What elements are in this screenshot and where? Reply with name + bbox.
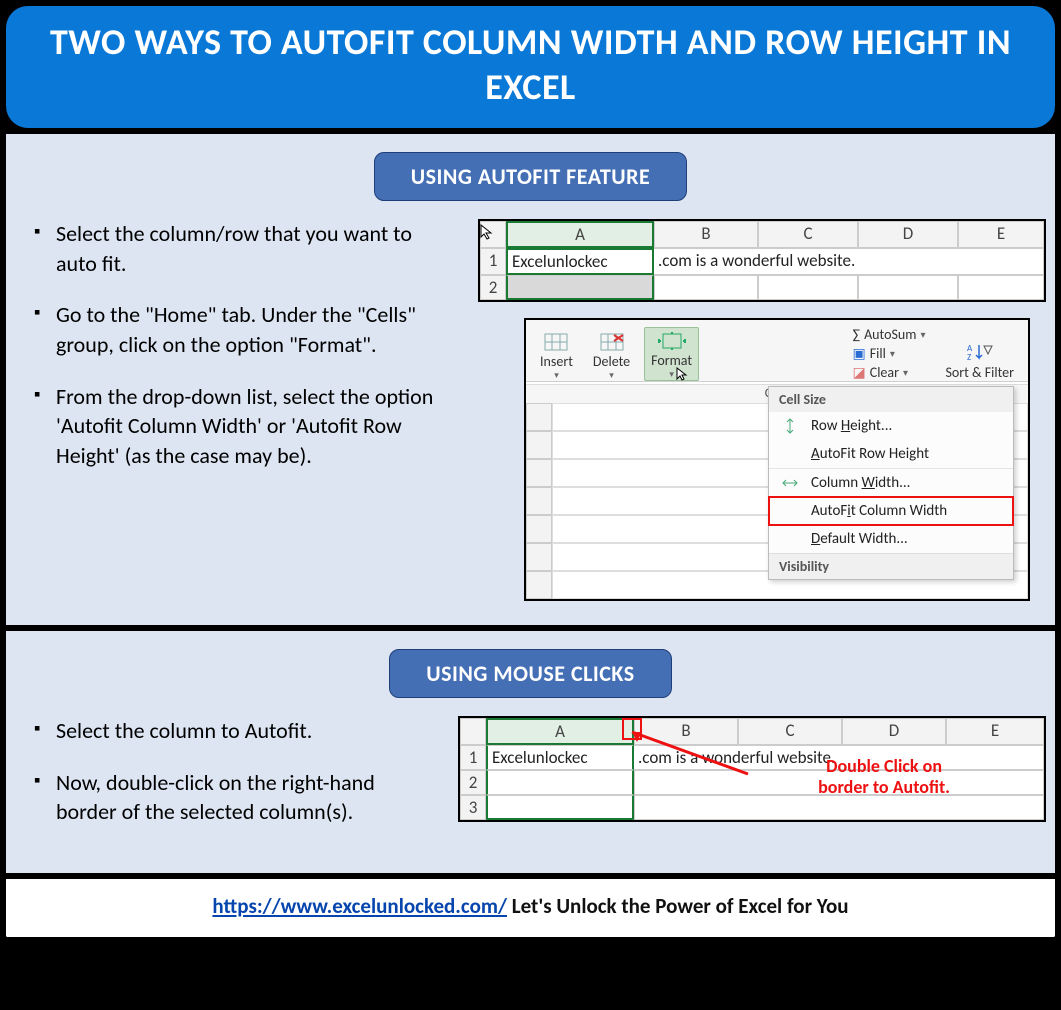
delete-button[interactable]: Delete ▾ bbox=[587, 329, 636, 381]
format-icon bbox=[658, 330, 686, 352]
excel-sheet-thumb-1: A B C D E 1 Excelunlockec .com is a wond… bbox=[478, 219, 1046, 302]
chevron-down-icon: ▾ bbox=[890, 347, 895, 360]
page-title: TWO WAYS TO AUTOFIT COLUMN WIDTH AND ROW… bbox=[26, 20, 1035, 110]
format-dropdown-menu: Cell Size Row Height... AutoFit Row Heig… bbox=[768, 386, 1014, 580]
col-header-B: B bbox=[654, 221, 758, 248]
cell-overflow-text: .com is a wonderful website. bbox=[654, 248, 1044, 275]
menu-heading-visibility: Visibility bbox=[769, 553, 1013, 579]
list-item: Select the column to Autofit. bbox=[34, 716, 434, 746]
col-header-D: D bbox=[858, 221, 958, 248]
callout-text: Double Click on border to Autofit. bbox=[818, 756, 950, 797]
list-item: Select the column/row that you want to a… bbox=[34, 219, 454, 278]
select-all-corner bbox=[480, 221, 506, 248]
chevron-down-icon: ▾ bbox=[669, 369, 674, 380]
section-autofit-feature: USING AUTOFIT FEATURE Select the column/… bbox=[6, 134, 1055, 625]
cell-A3 bbox=[486, 795, 634, 820]
fill-icon: ▣ bbox=[853, 345, 866, 362]
section-mouse-clicks: USING MOUSE CLICKS Select the column to … bbox=[6, 631, 1055, 873]
section1-steps: Select the column/row that you want to a… bbox=[34, 219, 454, 493]
cell-empty bbox=[654, 275, 758, 300]
cell-empty bbox=[758, 275, 858, 300]
cell-empty bbox=[858, 275, 958, 300]
row-header bbox=[526, 543, 552, 571]
cell-A1: Excelunlockec bbox=[506, 248, 654, 275]
col-header-E: E bbox=[958, 221, 1044, 248]
col-header-A: A bbox=[486, 718, 634, 745]
clear-button[interactable]: ◪Clear▾ bbox=[853, 364, 926, 381]
cell-A1: Excelunlockec bbox=[486, 745, 634, 770]
row-header bbox=[526, 431, 552, 459]
excel-ribbon-thumb: Insert ▾ Delete ▾ Format ▾ bbox=[524, 318, 1030, 601]
footer-link[interactable]: https://www.excelunlocked.com/ bbox=[212, 893, 507, 919]
row-header-2: 2 bbox=[460, 770, 486, 795]
title-bar: TWO WAYS TO AUTOFIT COLUMN WIDTH AND ROW… bbox=[6, 6, 1055, 128]
row-header-3: 3 bbox=[460, 795, 486, 820]
select-all-corner bbox=[460, 718, 486, 745]
row-header-2: 2 bbox=[480, 275, 506, 300]
row-header bbox=[526, 515, 552, 543]
col-header-D: D bbox=[842, 718, 946, 745]
row-height-icon bbox=[779, 418, 801, 434]
menu-heading-cell-size: Cell Size bbox=[769, 387, 1013, 412]
menu-item-row-height[interactable]: Row Height... bbox=[769, 412, 1013, 440]
chevron-down-icon: ▾ bbox=[554, 370, 559, 381]
list-item: From the drop-down list, select the opti… bbox=[34, 382, 454, 471]
footer: https://www.excelunlocked.com/ Let's Unl… bbox=[6, 879, 1055, 937]
sort-filter-icon: AZ bbox=[967, 342, 993, 366]
autosum-button[interactable]: ∑AutoSum▾ bbox=[853, 326, 926, 343]
sigma-icon: ∑ bbox=[853, 326, 861, 343]
ribbon-cells-group: Insert ▾ Delete ▾ Format ▾ bbox=[526, 320, 1028, 382]
menu-item-autofit-column-width[interactable]: AutoFit Column Width bbox=[769, 497, 1013, 525]
menu-item-column-width[interactable]: Column Width... bbox=[769, 468, 1013, 497]
editing-group: ∑AutoSum▾ ▣Fill▾ ◪Clear▾ bbox=[853, 326, 932, 381]
cell-A2-selected bbox=[506, 275, 654, 300]
insert-icon bbox=[542, 331, 570, 353]
cell-empty bbox=[634, 795, 1044, 820]
cell-A2 bbox=[486, 770, 634, 795]
row-header bbox=[526, 403, 552, 431]
row-header bbox=[526, 459, 552, 487]
row-header-1: 1 bbox=[480, 248, 506, 275]
arrow-icon bbox=[620, 728, 770, 788]
section2-steps: Select the column to Autofit. Now, doubl… bbox=[34, 716, 434, 849]
row-header-1: 1 bbox=[460, 745, 486, 770]
col-header-C: C bbox=[758, 221, 858, 248]
column-width-icon bbox=[779, 475, 801, 491]
delete-icon bbox=[598, 331, 626, 353]
cursor-icon bbox=[675, 367, 689, 381]
chevron-down-icon: ▾ bbox=[903, 366, 908, 379]
chevron-down-icon: ▾ bbox=[920, 328, 925, 341]
eraser-icon: ◪ bbox=[853, 364, 866, 381]
col-header-A: A bbox=[506, 221, 654, 248]
chevron-down-icon: ▾ bbox=[609, 370, 614, 381]
list-item: Now, double-click on the right-hand bord… bbox=[34, 768, 434, 827]
fill-button[interactable]: ▣Fill▾ bbox=[853, 345, 926, 362]
excel-sheet-thumb-2: A B C D E 1 Excelunlockec .com is a wond… bbox=[458, 716, 1046, 822]
sort-filter-button[interactable]: AZ Sort & Filter bbox=[939, 342, 1020, 381]
insert-button[interactable]: Insert ▾ bbox=[534, 329, 579, 381]
cursor-icon bbox=[479, 224, 495, 240]
list-item: Go to the "Home" tab. Under the "Cells" … bbox=[34, 300, 454, 359]
row-header bbox=[526, 487, 552, 515]
row-header bbox=[526, 571, 552, 599]
infographic-card: TWO WAYS TO AUTOFIT COLUMN WIDTH AND ROW… bbox=[0, 0, 1061, 943]
section1-badge: USING AUTOFIT FEATURE bbox=[374, 152, 687, 201]
cell-empty bbox=[958, 275, 1044, 300]
footer-tagline: Let's Unlock the Power of Excel for You bbox=[507, 893, 849, 919]
menu-item-autofit-row-height[interactable]: AutoFit Row Height bbox=[769, 440, 1013, 468]
col-header-E: E bbox=[946, 718, 1044, 745]
svg-text:Z: Z bbox=[967, 352, 971, 362]
format-button[interactable]: Format ▾ bbox=[644, 327, 699, 381]
menu-item-default-width[interactable]: Default Width... bbox=[769, 525, 1013, 553]
section2-badge: USING MOUSE CLICKS bbox=[389, 649, 671, 698]
